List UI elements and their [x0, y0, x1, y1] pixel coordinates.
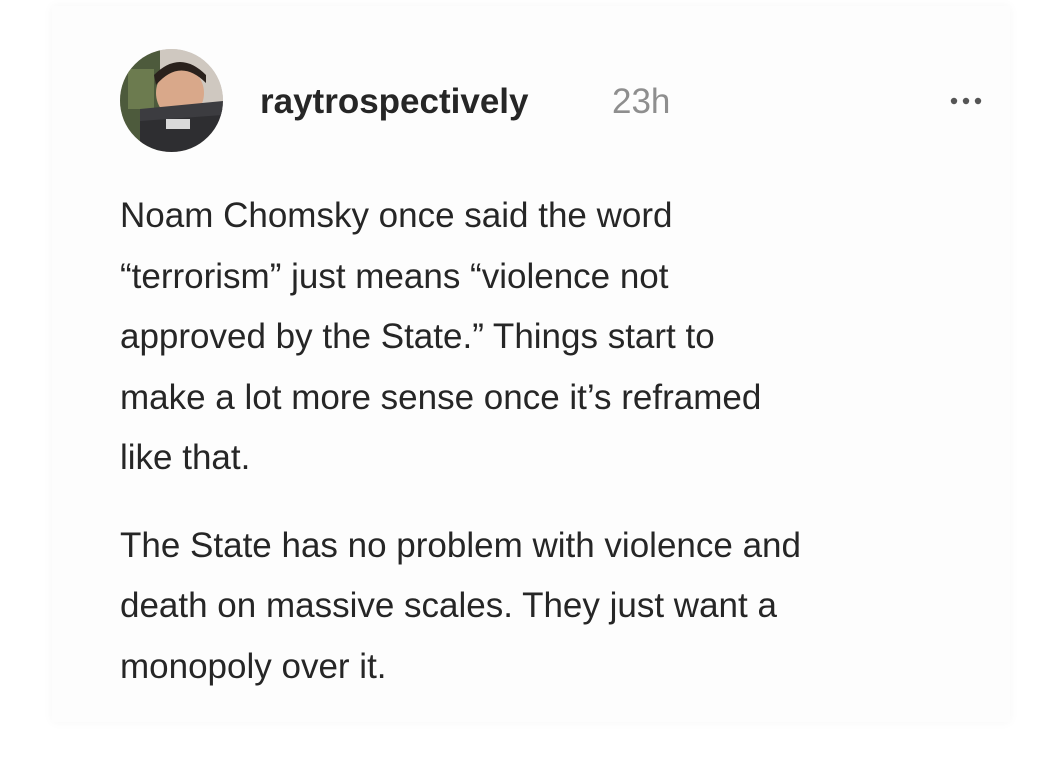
- user-avatar[interactable]: [120, 49, 223, 152]
- avatar-photo-icon: [120, 49, 223, 152]
- ellipsis-icon[interactable]: [945, 92, 991, 110]
- post-paragraph-1: Noam Chomsky once said the word “terrori…: [120, 196, 762, 477]
- post-paragraph-2: The State has no problem with violence a…: [120, 525, 801, 686]
- post-username[interactable]: raytrospectively: [260, 80, 528, 124]
- post-timestamp: 23h: [612, 82, 671, 121]
- post-body: Noam Chomsky once said the word “terrori…: [120, 186, 1000, 697]
